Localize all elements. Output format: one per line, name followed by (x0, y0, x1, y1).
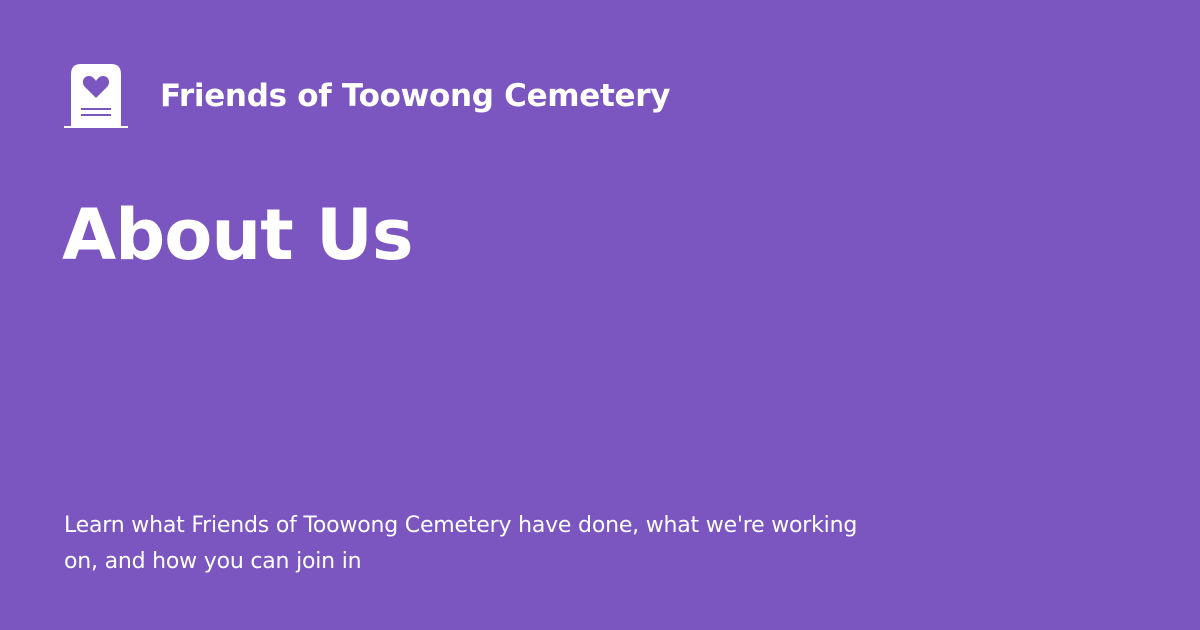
social-card: Friends of Toowong Cemetery About Us Lea… (0, 0, 1200, 630)
page-title: About Us (62, 194, 414, 276)
page-description: Learn what Friends of Toowong Cemetery h… (64, 513, 858, 574)
headstone-heart-icon (64, 64, 128, 128)
site-name: Friends of Toowong Cemetery (160, 78, 671, 114)
brand-header: Friends of Toowong Cemetery (64, 64, 670, 128)
